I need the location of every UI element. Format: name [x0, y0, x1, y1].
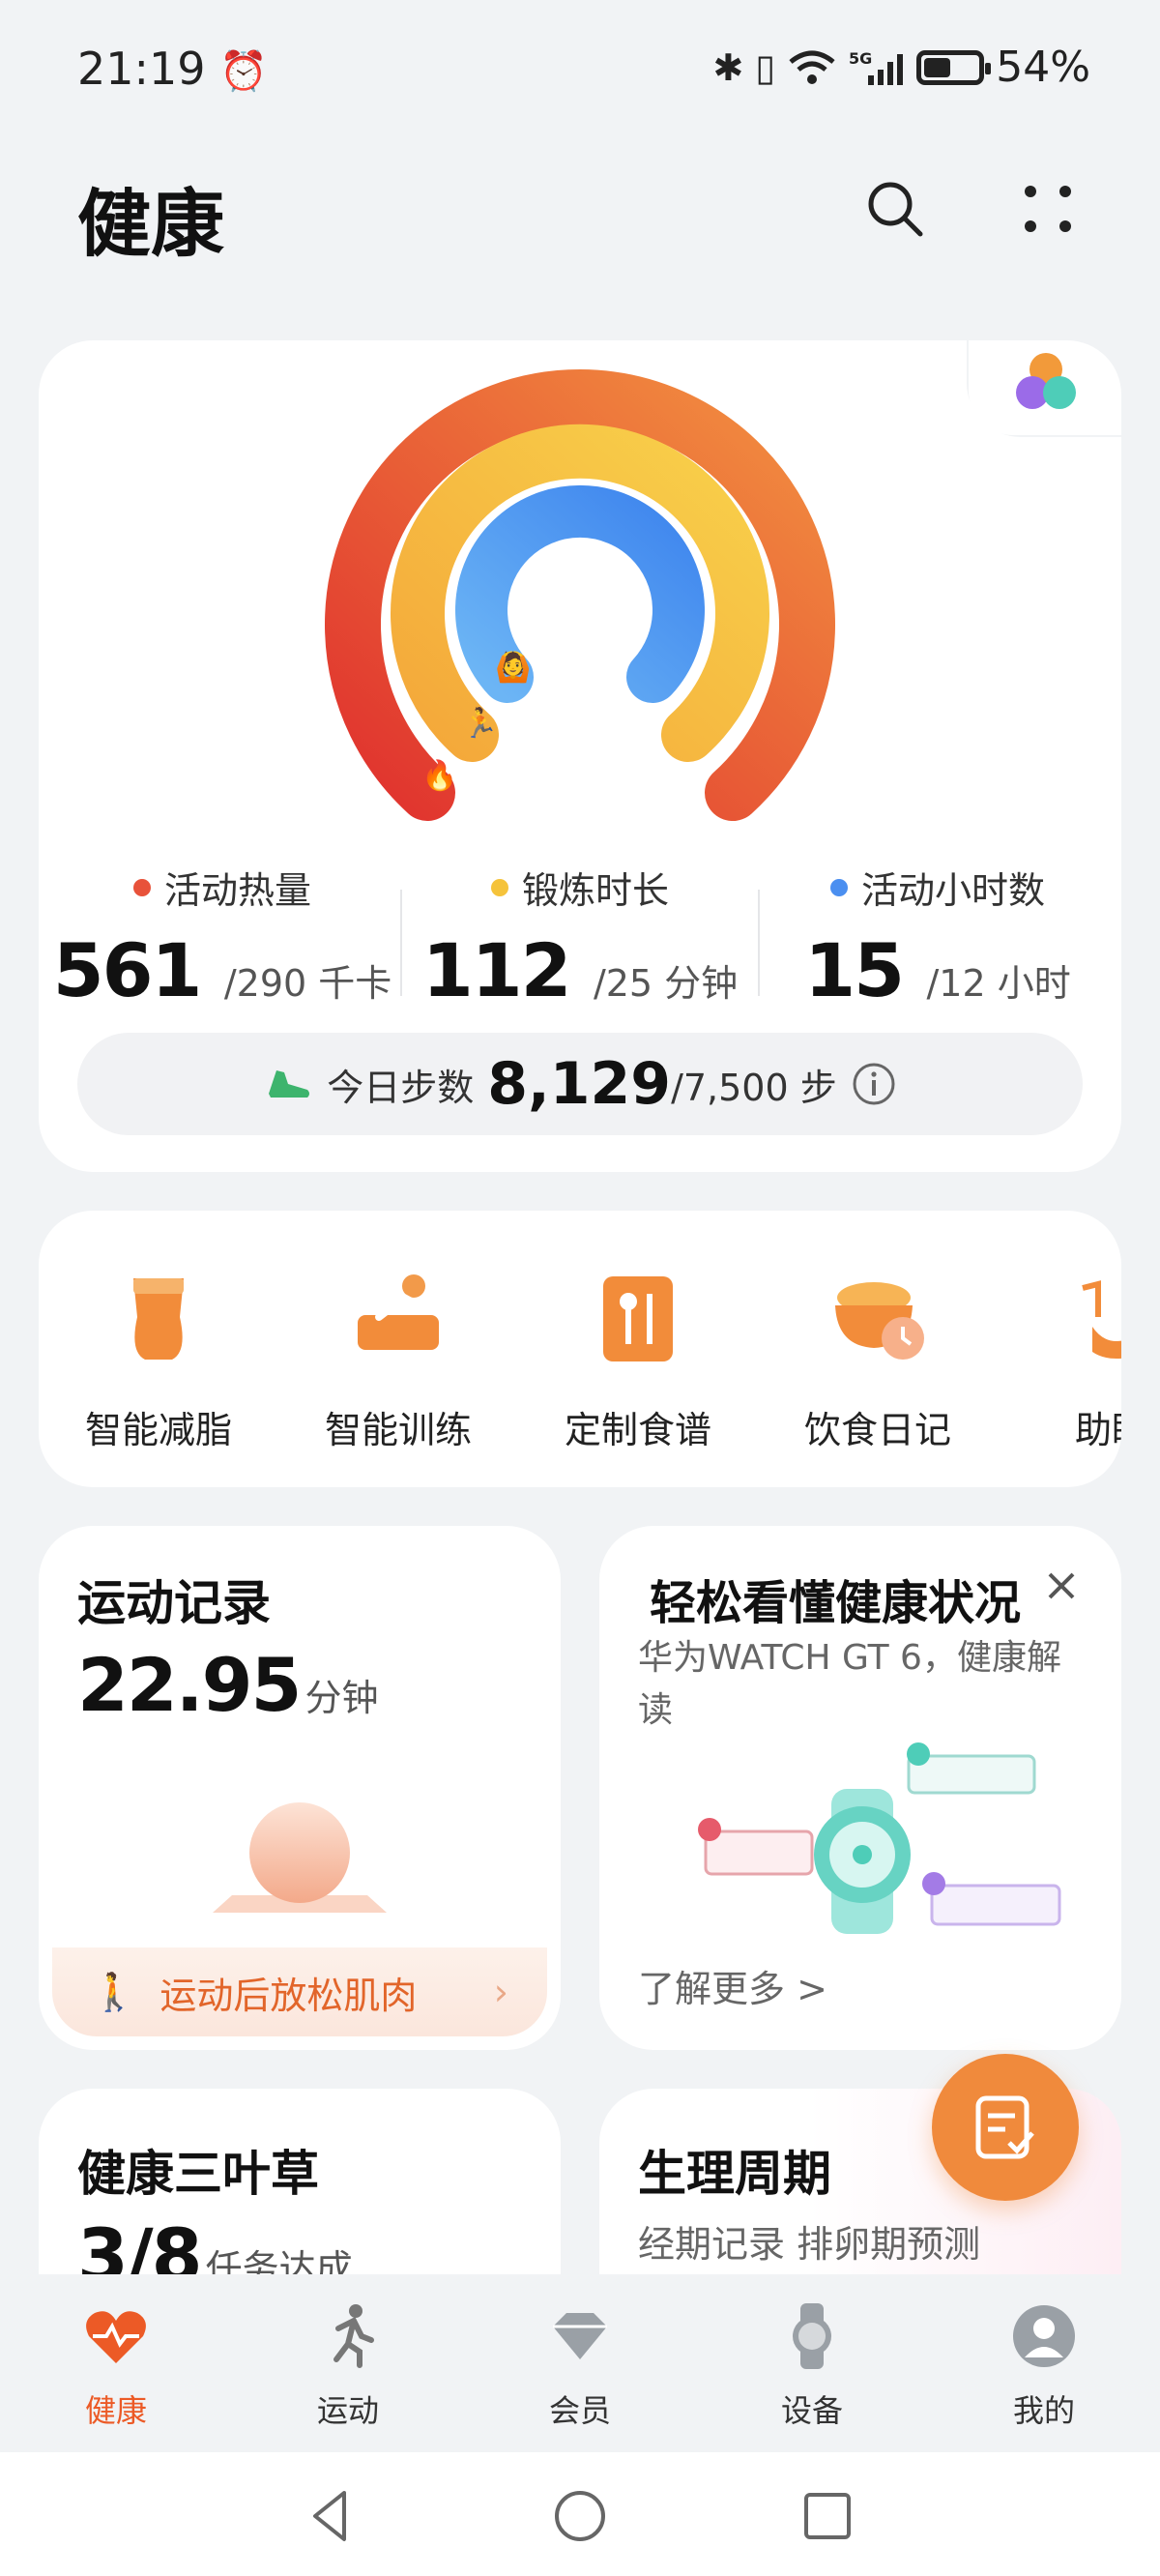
- diet-diary-icon: [835, 1282, 924, 1360]
- clover-title: 健康三叶草: [77, 2146, 319, 2202]
- more-dots-icon[interactable]: [1009, 170, 1087, 248]
- status-time: 21:19 ⏰: [77, 43, 269, 95]
- nav-me[interactable]: 我的: [967, 2301, 1121, 2431]
- activity-rings: 🔥 🏃 🙆: [325, 369, 835, 821]
- period-title: 生理周期: [638, 2146, 831, 2202]
- nav-device[interactable]: 设备: [735, 2301, 889, 2431]
- alarm-icon: ⏰: [219, 49, 269, 94]
- shortcut-sleep-aid[interactable]: 助眠: [1005, 1259, 1121, 1453]
- health-status-card[interactable]: 轻松看懂健康状况 华为WATCH GT 6，健康解读 了解更多 >: [599, 1526, 1121, 2050]
- sport-record-card[interactable]: 运动记录 22.95 分钟 🚶 运动后放松肌肉 ›: [39, 1526, 561, 2050]
- svg-text:5G: 5G: [849, 49, 872, 68]
- info-icon[interactable]: [851, 1061, 897, 1107]
- recipe-icon: [603, 1276, 673, 1361]
- search-icon[interactable]: [856, 170, 934, 248]
- watch-icon: [793, 2303, 831, 2369]
- wifi-icon: [789, 50, 835, 84]
- heart-pulse-icon: [86, 2311, 146, 2363]
- signal-5g-icon: 5G: [849, 49, 904, 85]
- period-subtitle: 经期记录 排卵期预测: [638, 2223, 981, 2266]
- training-icon: [358, 1274, 439, 1350]
- diamond-icon: [553, 2313, 607, 2359]
- nav-health[interactable]: 健康: [39, 2301, 193, 2431]
- stand-dot: [829, 878, 848, 896]
- metric-exercise: 锻炼时长 112 /25 分钟: [421, 869, 739, 1013]
- learn-more-link[interactable]: 了解更多 >: [638, 1959, 827, 2012]
- run-icon: 🏃: [462, 706, 498, 741]
- nav-sport[interactable]: 运动: [271, 2301, 425, 2431]
- stand-icon: 🙆: [495, 650, 531, 685]
- shortcut-training[interactable]: 智能训练: [292, 1259, 505, 1453]
- sleep-aid-icon: [1082, 1280, 1121, 1359]
- health-status-title: 轻松看懂健康状况: [650, 1576, 1022, 1630]
- shortcut-diet-diary[interactable]: 饮食日记: [771, 1259, 984, 1453]
- nav-member[interactable]: 会员: [503, 2301, 657, 2431]
- battery-icon: [916, 49, 992, 85]
- metric-calories: 活动热量 561 /290 千卡: [52, 869, 392, 1013]
- home-icon[interactable]: [549, 2485, 611, 2547]
- stretch-ball-icon: [213, 1802, 387, 1913]
- avatar-icon: [1013, 2305, 1075, 2367]
- calories-dot: [132, 878, 151, 896]
- steps-value: 8,129: [487, 1050, 672, 1118]
- shoe-icon: [269, 1070, 310, 1098]
- shortcuts-card: 智能减脂 智能训练 定制食谱 饮食日记 助眠: [39, 1211, 1121, 1487]
- body-fat-icon: [133, 1278, 184, 1360]
- chevron-right-icon: ›: [493, 1971, 508, 2013]
- steps-summary[interactable]: 今日步数 8,129/7,500 步: [77, 1033, 1083, 1135]
- record-fab-button[interactable]: [932, 2054, 1079, 2201]
- runner-icon: [334, 2304, 374, 2368]
- battery-percent: 54%: [996, 43, 1090, 92]
- shortcut-fat-loss[interactable]: 智能减脂: [52, 1259, 265, 1453]
- sport-record-value: 22.95 分钟: [77, 1642, 379, 1728]
- page-title: 健康: [77, 181, 224, 267]
- status-icons: ✱ ▯ 5G 54%: [712, 43, 1090, 92]
- relax-tip[interactable]: 🚶 运动后放松肌肉 ›: [52, 1947, 547, 2036]
- watch-illustration: [698, 1742, 1061, 1934]
- recents-icon[interactable]: [797, 2485, 858, 2547]
- bluetooth-icon: ✱: [712, 45, 744, 89]
- vibrate-icon: ▯: [755, 45, 776, 89]
- sport-record-title: 运动记录: [77, 1575, 271, 1631]
- back-icon[interactable]: [302, 2485, 363, 2547]
- shortcut-recipe[interactable]: 定制食谱: [532, 1259, 744, 1453]
- metric-stand-hours: 活动小时数 15 /12 小时: [804, 869, 1071, 1013]
- flame-icon: 🔥: [421, 758, 457, 793]
- health-status-subtitle: 华为WATCH GT 6，健康解读: [638, 1638, 1061, 1730]
- exercise-dot: [490, 878, 508, 896]
- stretch-person-icon: 🚶: [91, 1970, 137, 2013]
- ring-style-icon[interactable]: [1005, 348, 1092, 425]
- close-icon[interactable]: [1040, 1565, 1083, 1611]
- checklist-icon: [975, 2095, 1034, 2159]
